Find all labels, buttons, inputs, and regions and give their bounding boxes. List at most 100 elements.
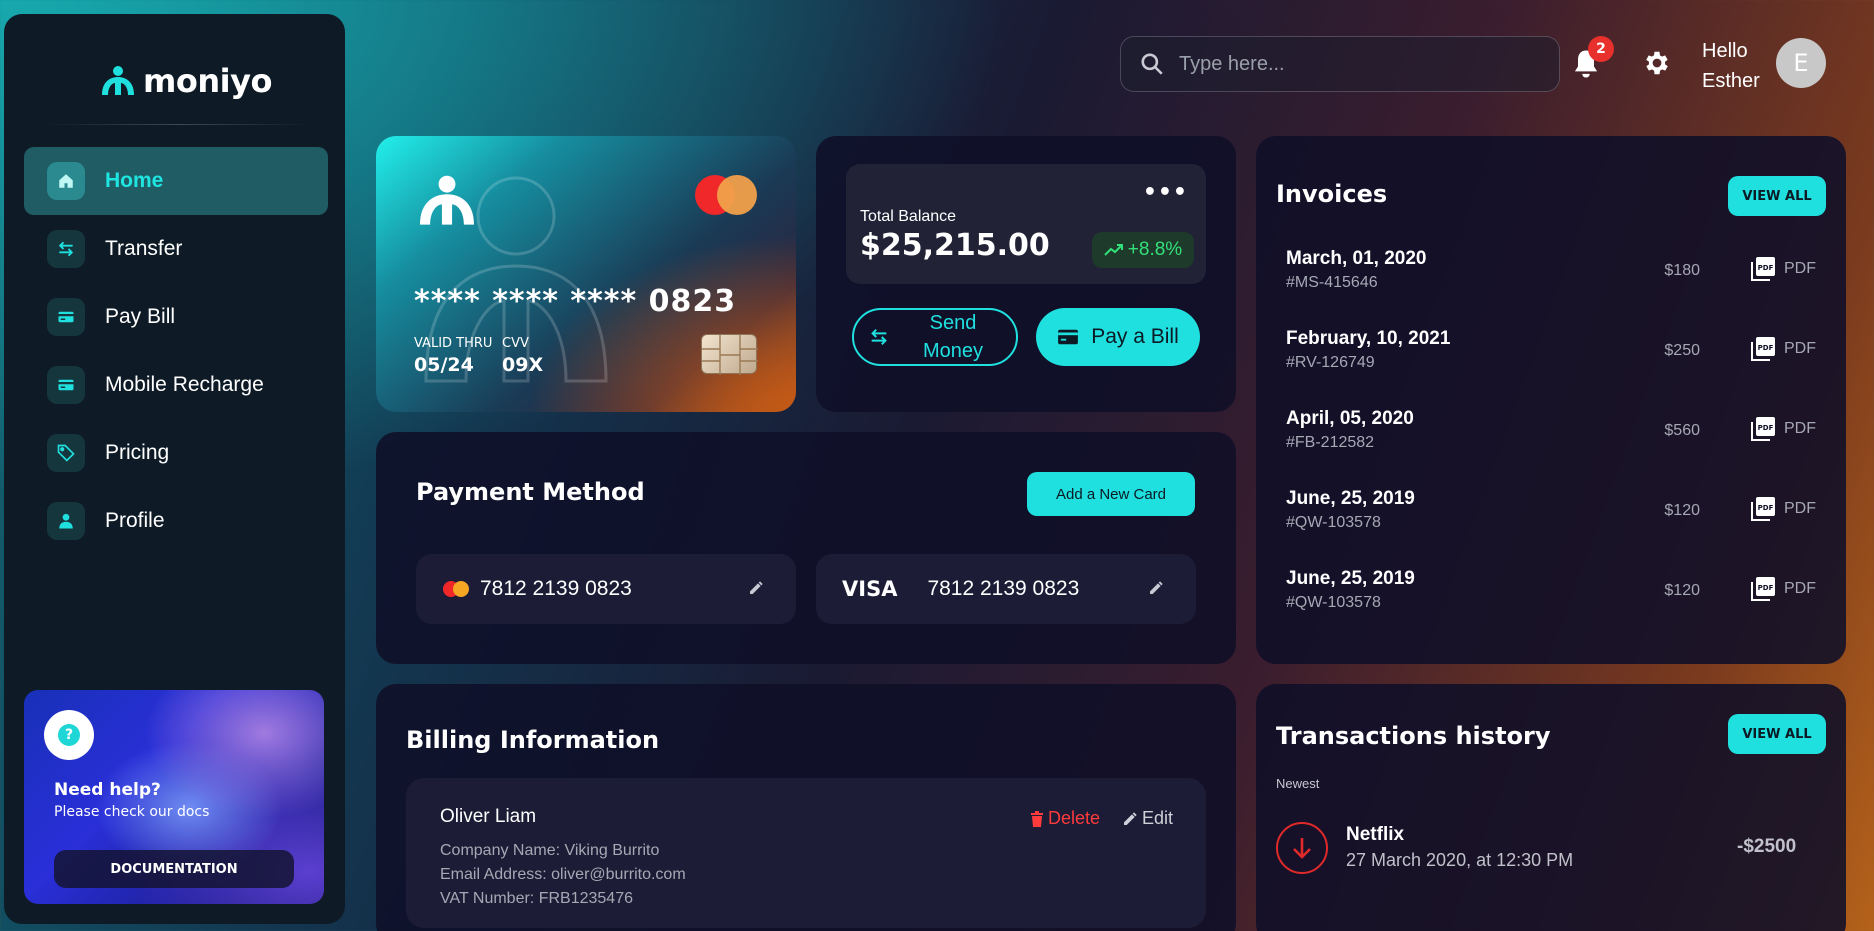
invoice-pdf-button[interactable]: PDF PDF [1750,416,1816,442]
edit-pencil-icon[interactable] [1148,580,1164,596]
sidebar-item-pricing[interactable]: Pricing [24,419,328,487]
balance-value: $25,215.00 [860,228,1050,263]
invoice-pdf-button[interactable]: PDF PDF [1750,496,1816,522]
pdf-icon: PDF [1751,577,1775,601]
card-icon [47,298,85,336]
cvv-value: 09X [502,354,544,376]
edit-button[interactable]: Edit [1122,808,1173,829]
invoice-pdf-button[interactable]: PDF PDF [1750,256,1816,282]
transaction-amount: -$2500 [1737,836,1797,857]
delete-label: Delete [1048,808,1101,828]
invoice-pdf-label: PDF [1784,420,1816,437]
saved-card-visa[interactable]: VISA 7812 2139 0823 [816,554,1196,624]
mastercard-icon [695,175,757,215]
invoice-date: February, 10, 2021 [1286,328,1451,349]
card-number-masked: **** **** **** [414,284,638,319]
transactions-view-all-button[interactable]: VIEW ALL [1728,714,1826,754]
invoice-row: April, 05, 2020 #FB-212582 $560 PDF PDF [1286,408,1816,468]
cvv-label: CVV [502,336,529,351]
pdf-icon: PDF [1751,257,1775,281]
balance-panel: ••• Total Balance $25,215.00 +8.8% Send … [816,136,1236,412]
sidebar-nav: Home Transfer Pay Bill Mobile Recharge P… [24,147,328,555]
invoice-pdf-button[interactable]: PDF PDF [1750,576,1816,602]
saved-card-mastercard[interactable]: 7812 2139 0823 [416,554,796,624]
balance-summary: ••• Total Balance $25,215.00 +8.8% [846,164,1206,284]
invoice-date: June, 25, 2019 [1286,488,1415,509]
invoice-pdf-label: PDF [1784,260,1816,277]
sidebar-item-pay-bill[interactable]: Pay Bill [24,283,328,351]
question-icon: ? [58,724,80,746]
sidebar-item-label: Home [105,169,164,192]
delete-button[interactable]: Delete [1030,808,1100,829]
invoice-date: April, 05, 2020 [1286,408,1414,429]
sidebar-item-transfer[interactable]: Transfer [24,215,328,283]
transactions-section-label: Newest [1276,776,1320,791]
edit-pencil-icon[interactable] [748,580,764,596]
invoice-row: February, 10, 2021 #RV-126749 $250 PDF P… [1286,328,1816,388]
billing-title: Billing Information [406,726,660,754]
edit-pencil-icon [1124,811,1137,825]
add-new-card-button[interactable]: Add a New Card [1027,472,1195,516]
card-number: **** **** **** 0823 [414,284,736,319]
send-money-button[interactable]: Send Money [852,308,1018,366]
credit-card[interactable]: **** **** **** 0823 VALID THRU CVV 05/24… [376,136,796,412]
sidebar-item-home[interactable]: Home [24,147,328,215]
sidebar-item-profile[interactable]: Profile [24,487,328,555]
balance-change-badge: +8.8% [1092,232,1194,268]
chip-icon [701,334,758,375]
payment-method-panel: Payment Method Add a New Card 7812 2139 … [376,432,1236,664]
invoice-row: June, 25, 2019 #QW-103578 $120 PDF PDF [1286,488,1816,548]
invoice-id: #FB-212582 [1286,434,1375,451]
avatar[interactable]: E [1776,38,1826,88]
sidebar: moniyo Home Transfer Pay Bill Mobile Rec… [4,14,345,924]
invoices-title: Invoices [1276,180,1388,208]
invoice-row: June, 25, 2019 #QW-103578 $120 PDF PDF [1286,568,1816,628]
invoices-panel: Invoices VIEW ALL March, 01, 2020 #MS-41… [1256,136,1846,664]
invoice-pdf-button[interactable]: PDF PDF [1750,336,1816,362]
documentation-button[interactable]: DOCUMENTATION [54,850,294,888]
transfer-icon [47,230,85,268]
invoice-amount: $250 [1664,342,1700,359]
logo-mark-icon [102,66,134,95]
invoice-amount: $180 [1664,262,1700,279]
svg-text:PDF: PDF [1758,344,1774,352]
invoice-id: #QW-103578 [1286,514,1381,531]
svg-text:PDF: PDF [1758,424,1774,432]
person-icon [47,502,85,540]
billing-vat: VAT Number: FRB1235476 [440,890,633,907]
pdf-icon: PDF [1751,337,1775,361]
invoice-id: #QW-103578 [1286,594,1381,611]
transactions-title: Transactions history [1276,722,1551,750]
search-icon [1141,53,1163,75]
trending-up-icon [1104,244,1123,256]
billing-name: Oliver Liam [440,806,537,827]
pay-bill-button[interactable]: Pay a Bill [1036,308,1200,366]
svg-text:PDF: PDF [1758,584,1774,592]
more-options-icon[interactable]: ••• [1143,180,1188,205]
gear-icon[interactable] [1642,48,1672,78]
search-bar[interactable] [1120,36,1560,92]
help-card: ? Need help? Please check our docs DOCUM… [24,690,324,904]
sidebar-item-mobile-recharge[interactable]: Mobile Recharge [24,351,328,419]
edit-label: Edit [1142,808,1174,828]
sidebar-divider [44,124,312,125]
trash-icon [1031,810,1043,827]
billing-panel: Billing Information Oliver Liam Company … [376,684,1236,931]
valid-thru-label: VALID THRU [414,336,493,351]
mastercard-icon [443,581,469,597]
valid-thru-value: 05/24 [414,354,474,376]
invoice-amount: $120 [1664,502,1700,519]
svg-text:PDF: PDF [1758,264,1774,272]
sidebar-item-label: Mobile Recharge [105,373,264,396]
balance-change-value: +8.8% [1127,239,1183,260]
brand-logo[interactable]: moniyo [99,62,272,100]
saved-card-number: 7812 2139 0823 [480,577,632,600]
pay-bill-label: Pay a Bill [1091,325,1179,348]
invoice-pdf-label: PDF [1784,500,1816,517]
invoice-pdf-label: PDF [1784,580,1816,597]
notification-badge: 2 [1588,36,1614,62]
invoices-view-all-button[interactable]: VIEW ALL [1728,176,1826,216]
tag-icon [47,434,85,472]
search-input[interactable] [1179,52,1539,76]
visa-logo: VISA [842,577,898,601]
